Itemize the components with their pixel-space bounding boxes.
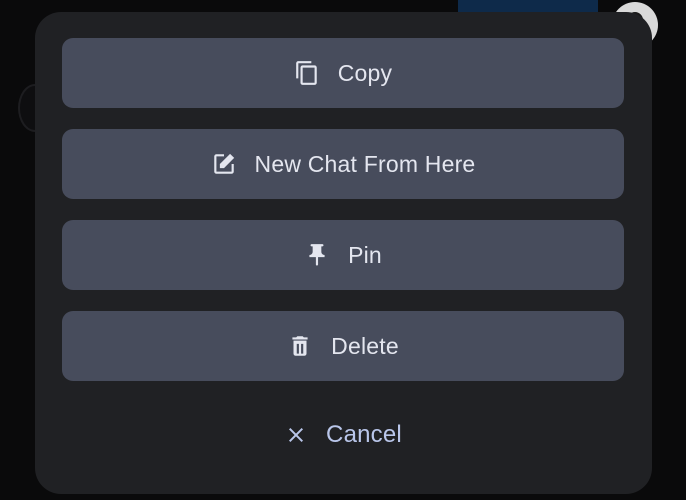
copy-icon bbox=[294, 60, 320, 86]
new-chat-from-here-label: New Chat From Here bbox=[254, 150, 476, 177]
pin-button[interactable]: Pin bbox=[62, 220, 624, 290]
context-menu-sheet: Copy New Chat From Here Pin Delete Cance… bbox=[35, 12, 652, 494]
close-icon bbox=[284, 423, 308, 447]
cancel-button[interactable]: Cancel bbox=[62, 405, 624, 465]
cancel-label: Cancel bbox=[326, 421, 402, 448]
pin-icon bbox=[304, 242, 330, 268]
trash-icon bbox=[287, 333, 313, 359]
delete-button[interactable]: Delete bbox=[62, 311, 624, 381]
pin-label: Pin bbox=[348, 241, 382, 268]
delete-label: Delete bbox=[331, 332, 399, 359]
copy-label: Copy bbox=[337, 59, 393, 86]
new-chat-from-here-button[interactable]: New Chat From Here bbox=[62, 129, 624, 199]
copy-button[interactable]: Copy bbox=[62, 38, 624, 108]
edit-icon bbox=[211, 151, 237, 177]
